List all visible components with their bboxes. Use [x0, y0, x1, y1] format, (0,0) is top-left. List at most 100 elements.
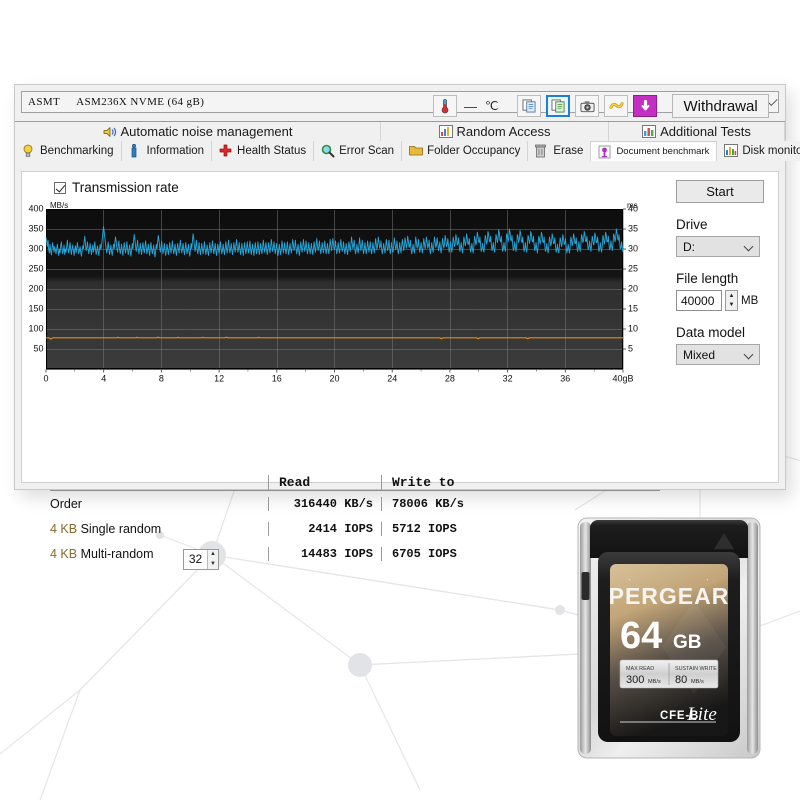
cross-icon [219, 144, 233, 158]
card-tier-label: Lite [686, 704, 717, 725]
benchmark-content-panel: Transmission rate Read Write to Order 31… [21, 171, 779, 570]
copy-green-icon[interactable] [546, 95, 571, 117]
transmission-rate-checkbox[interactable] [54, 181, 66, 194]
row-read-value: 316440 KB/s [268, 496, 381, 511]
chevron-down-icon [743, 241, 754, 252]
tab-label: Error Scan [339, 145, 395, 157]
table-row: 4 KB Single random 2414 IOPS 5712 IOPS [50, 516, 660, 541]
memory-card-product-image: PERGEAR ` ` 64 GB MAX READ 300 MB/s SUST… [577, 517, 761, 759]
row-read-value: 2414 IOPS [268, 521, 381, 536]
row-write-value: 6705 IOPS [381, 546, 531, 561]
start-button[interactable]: Start [676, 180, 764, 203]
speaker-icon [103, 125, 117, 139]
tab-erase[interactable]: Erase [528, 141, 592, 161]
card-sustain-write-value: 80 [675, 674, 687, 686]
tab-benchmarking[interactable]: Benchmarking [15, 141, 122, 161]
bars-icon [642, 124, 657, 139]
card-brand: PERGEAR [609, 583, 730, 609]
tab-disk-monitors[interactable]: Disk monitors [717, 141, 800, 161]
camera-icon[interactable] [575, 95, 600, 117]
tab-label: Disk monitors [742, 145, 800, 157]
control-side-panel: Start Drive D: File length 40000 ▲ ▼ MB … [676, 180, 768, 365]
transmission-rate-canvas [22, 201, 662, 391]
tab-document-benchmark[interactable]: Document benchmark [591, 141, 718, 161]
tab-health-status[interactable]: Health Status [212, 141, 315, 161]
card-max-read-value: 300 [626, 674, 644, 686]
card-max-read-unit: MB/s [648, 679, 661, 685]
card-brand-accent: ` [628, 578, 631, 588]
trash-icon [535, 144, 549, 158]
tab-error-scan[interactable]: Error Scan [314, 141, 403, 161]
row-write-value: 5712 IOPS [381, 521, 531, 536]
tabstrip-secondary: Benchmarking Information Health Status E… [15, 141, 800, 161]
save-icon[interactable] [604, 95, 629, 117]
table-row: Order 316440 KB/s 78006 KB/s [50, 491, 660, 516]
stepper-up-icon[interactable]: ▲ [208, 550, 218, 560]
bulb-icon [22, 144, 36, 158]
column-header-write: Write to [392, 475, 455, 490]
data-model-select[interactable]: Mixed [676, 344, 760, 365]
thermometer-icon[interactable] [433, 95, 457, 117]
info-icon [129, 143, 143, 158]
tab-label: Document benchmark [616, 146, 710, 157]
document-icon [598, 145, 612, 159]
card-sustain-write-label: SUSTAIN WRITE [675, 666, 717, 672]
tab-additional-tests[interactable]: Additional Tests [609, 122, 785, 141]
queue-depth-stepper[interactable]: 32 ▲ ▼ [183, 548, 219, 570]
card-brand-accent2: ` [706, 578, 709, 588]
tab-random-access[interactable]: Random Access [381, 122, 609, 141]
tab-label: Random Access [456, 124, 551, 139]
tab-label: Folder Occupancy [427, 145, 521, 157]
copy-blue-icon[interactable] [517, 95, 542, 117]
drive-label: Drive [676, 217, 708, 232]
tabstrip-primary: Automatic noise management Random Access [15, 121, 785, 141]
transmission-rate-label: Transmission rate [72, 180, 179, 195]
results-header-row: Read Write to [50, 472, 660, 490]
row-unit-prefix: 4 KB [50, 546, 78, 561]
tab-label: Additional Tests [660, 124, 751, 139]
magnifier-icon [321, 144, 335, 158]
card-sustain-write-unit: MB/s [691, 679, 704, 685]
stepper-down-icon[interactable]: ▼ [726, 301, 737, 311]
tab-label: Information [146, 145, 205, 157]
monitor-icon [724, 144, 739, 158]
tab-folder-occupancy[interactable]: Folder Occupancy [402, 141, 529, 161]
chevron-down-icon [743, 349, 754, 360]
chart-icon [438, 124, 453, 139]
file-length-stepper[interactable]: ▲ ▼ [725, 290, 738, 311]
withdrawal-button[interactable]: Withdrawal [672, 94, 769, 118]
stepper-arrows[interactable]: ▲ ▼ [207, 549, 218, 569]
tab-label: Erase [553, 145, 584, 157]
tab-automatic-noise-management[interactable]: Automatic noise management [15, 122, 381, 141]
stepper-down-icon[interactable]: ▼ [208, 559, 218, 569]
row-label: Multi-random [80, 546, 154, 561]
crystaldiskmark-window: ASMT ASM236X NVME (64 gB) — ℃ Withdrawal… [14, 84, 800, 570]
column-header-read: Read [279, 475, 311, 490]
card-capacity-unit: GB [673, 632, 702, 653]
tab-label: Health Status [237, 145, 307, 157]
file-length-input[interactable]: 40000 [676, 290, 722, 311]
download-icon[interactable] [633, 95, 658, 117]
temperature-value: — [464, 98, 477, 114]
file-length-unit: MB [741, 294, 759, 307]
row-label: Order [50, 496, 82, 511]
folder-icon [409, 144, 423, 158]
card-capacity-number: 64 [620, 615, 662, 657]
tab-label: Automatic noise management [120, 124, 293, 139]
temperature-unit: ℃ [485, 98, 499, 113]
row-unit-prefix: 4 KB [50, 521, 78, 536]
drive-value: D: [683, 239, 695, 254]
file-length-label: File length [676, 271, 739, 286]
transmission-rate-checkbox-row[interactable]: Transmission rate [22, 172, 778, 197]
row-read-value: 14483 IOPS [268, 546, 381, 561]
drive-select[interactable]: D: [676, 236, 760, 257]
stepper-up-icon[interactable]: ▲ [726, 291, 737, 301]
tab-label: Benchmarking [40, 145, 114, 157]
tab-information[interactable]: Information [121, 141, 213, 161]
toolbar: — ℃ Withdrawal [433, 93, 769, 119]
row-label: Single random [80, 521, 162, 536]
file-length-row: 40000 ▲ ▼ MB [676, 290, 768, 311]
device-vendor: ASMT [28, 96, 61, 108]
card-max-read-label: MAX READ [626, 666, 654, 672]
queue-depth-value: 32 [188, 552, 203, 566]
